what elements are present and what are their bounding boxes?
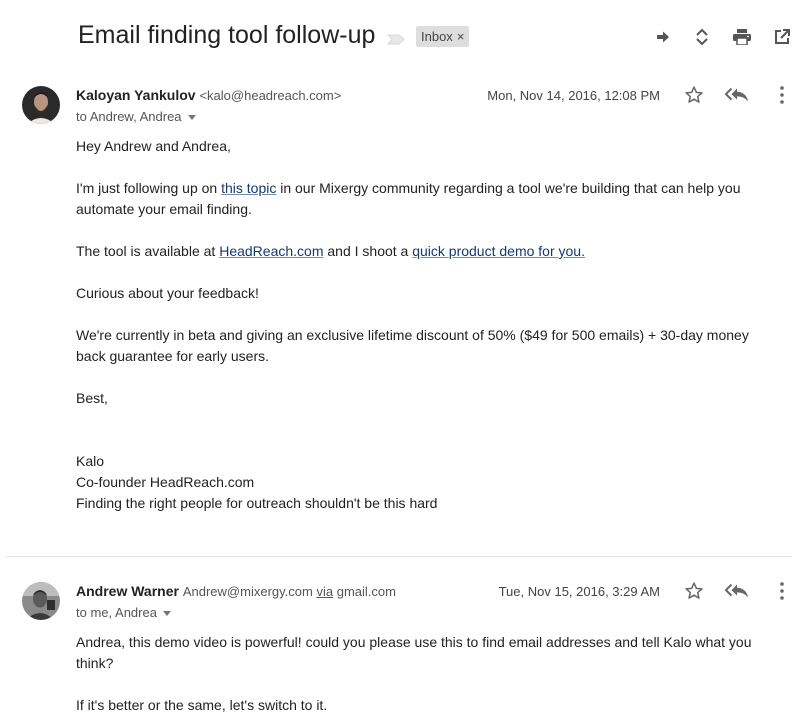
body-paragraph-1: Andrea, this demo video is powerful! cou… <box>76 634 752 671</box>
message-body: Hey Andrew and Andrea, I'm just followin… <box>76 136 776 514</box>
inbox-label-text: Inbox <box>421 29 453 44</box>
open-in-new-window-icon[interactable] <box>771 26 793 48</box>
product-demo-link[interactable]: quick product demo for you. <box>412 243 585 259</box>
body-paragraph-3: Curious about your feedback! <box>76 285 259 301</box>
headreach-link[interactable]: HeadReach.com <box>219 243 323 259</box>
sender-avatar[interactable] <box>22 582 60 620</box>
sender-line: Andrew Warner Andrew@mixergy.com via gma… <box>76 583 396 599</box>
via-domain: gmail.com <box>336 584 396 599</box>
this-topic-link[interactable]: this topic <box>221 180 276 196</box>
importance-marker-icon[interactable] <box>386 32 405 45</box>
star-icon[interactable] <box>682 83 706 107</box>
reply-all-icon[interactable] <box>725 579 749 603</box>
sender-email: Andrew@mixergy.com via gmail.com <box>183 584 396 599</box>
sender-email-address: Andrew@mixergy.com <box>182 584 313 599</box>
body-text: I'm just following up on <box>76 180 222 196</box>
recipients-text: to me, Andrea <box>76 605 157 620</box>
more-vertical-icon[interactable] <box>770 579 794 603</box>
body-text: and I shoot a <box>323 243 413 259</box>
inbox-label-chip: Inbox × <box>416 26 470 47</box>
reply-all-icon[interactable] <box>725 83 749 107</box>
message-date: Tue, Nov 15, 2016, 3:29 AM <box>498 584 660 599</box>
message-date: Mon, Nov 14, 2016, 12:08 PM <box>487 88 660 103</box>
show-details-caret-icon[interactable] <box>187 115 196 121</box>
thread-header: Email finding tool follow-up Inbox × <box>0 0 808 74</box>
signature-title: Co-founder HeadReach.com <box>76 474 255 490</box>
remove-label-button[interactable]: × <box>457 29 465 44</box>
expand-collapse-icon[interactable] <box>691 26 713 48</box>
sender-line: Kaloyan Yankulov <kalo@headreach.com> <box>76 87 341 103</box>
body-text: The tool is available at <box>76 243 220 259</box>
recipients-text: to Andrew, Andrea <box>76 109 182 124</box>
body-paragraph-2: If it's better or the same, let's switch… <box>76 697 328 713</box>
signature-name: Kalo <box>76 453 105 469</box>
signoff: Best, <box>76 390 108 406</box>
thread-subject: Email finding tool follow-up <box>78 21 376 49</box>
print-icon[interactable] <box>731 26 753 48</box>
body-paragraph-2: The tool is available at HeadReach.com a… <box>76 241 776 262</box>
sender-name[interactable]: Kaloyan Yankulov <box>76 87 196 103</box>
arrow-right-icon[interactable] <box>652 26 674 48</box>
message-divider <box>6 556 792 557</box>
star-icon[interactable] <box>682 579 706 603</box>
signature-tagline: Finding the right people for outreach sh… <box>76 495 438 511</box>
sender-name[interactable]: Andrew Warner <box>76 583 179 599</box>
sender-email: <kalo@headreach.com> <box>199 88 342 103</box>
message-body: Andrea, this demo video is powerful! cou… <box>76 632 776 716</box>
via-link[interactable]: via <box>316 584 333 599</box>
body-paragraph-4: We're currently in beta and giving an ex… <box>76 327 749 364</box>
more-vertical-icon[interactable] <box>770 83 794 107</box>
recipients-line[interactable]: to Andrew, Andrea <box>76 109 196 124</box>
sender-avatar[interactable] <box>22 86 60 124</box>
greeting: Hey Andrew and Andrea, <box>76 138 231 154</box>
body-paragraph-1: I'm just following up on this topic in o… <box>76 178 776 220</box>
show-details-caret-icon[interactable] <box>162 611 171 617</box>
recipients-line[interactable]: to me, Andrea <box>76 605 171 620</box>
